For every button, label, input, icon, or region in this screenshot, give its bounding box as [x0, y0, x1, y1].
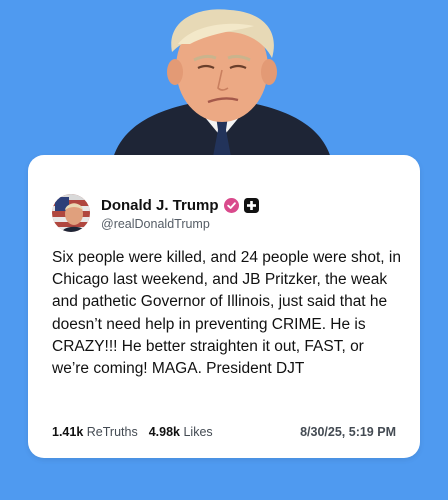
handle[interactable]: @realDonaldTrump [101, 217, 259, 231]
retruths-count: 1.41k [52, 425, 84, 439]
post-text: Six people were killed, and 24 people we… [52, 249, 401, 378]
likes-count: 4.98k [148, 425, 180, 439]
verified-badge-icon [223, 197, 239, 213]
name-row: Donald J. Trump [101, 196, 259, 215]
post-header: Donald J. Trump @realDonaldTrump [52, 193, 259, 233]
author-block: Donald J. Trump @realDonaldTrump [101, 196, 259, 231]
retruths-label: ReTruths [86, 425, 138, 439]
likes-label: Likes [183, 425, 213, 439]
display-name[interactable]: Donald J. Trump [101, 197, 219, 214]
post-footer: 1.41k ReTruths 4.98k Likes 8/30/25, 5:19… [52, 425, 396, 439]
retruths-stat[interactable]: 1.41k ReTruths [52, 425, 138, 439]
truth-social-icon [243, 197, 259, 213]
header-portrait-photo [102, 0, 342, 162]
avatar[interactable] [52, 194, 90, 232]
post-card: Donald J. Trump @realDonaldTrump Six peo… [28, 155, 420, 458]
post-timestamp[interactable]: 8/30/25, 5:19 PM [300, 425, 396, 439]
likes-stat[interactable]: 4.98k Likes [149, 425, 213, 439]
